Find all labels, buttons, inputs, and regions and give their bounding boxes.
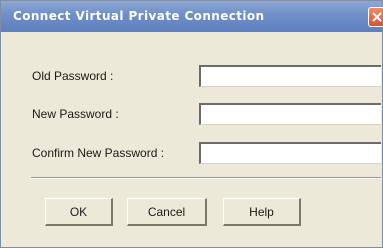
help-button[interactable]: Help [223, 198, 301, 226]
title-bar[interactable]: Connect Virtual Private Connection [1, 1, 382, 32]
separator [31, 177, 381, 179]
old-password-label: Old Password : [32, 69, 114, 83]
close-icon [372, 12, 382, 22]
new-password-label: New Password : [32, 107, 119, 121]
confirm-password-field[interactable] [199, 142, 381, 164]
dialog-window: Connect Virtual Private Connection Old P… [0, 0, 383, 248]
dialog-title: Connect Virtual Private Connection [13, 9, 265, 23]
confirm-password-label: Confirm New Password : [32, 146, 165, 160]
old-password-field[interactable] [199, 65, 381, 87]
cancel-button[interactable]: Cancel [127, 198, 207, 226]
ok-button[interactable]: OK [45, 198, 113, 226]
new-password-field[interactable] [199, 103, 381, 125]
close-button[interactable] [368, 7, 383, 27]
